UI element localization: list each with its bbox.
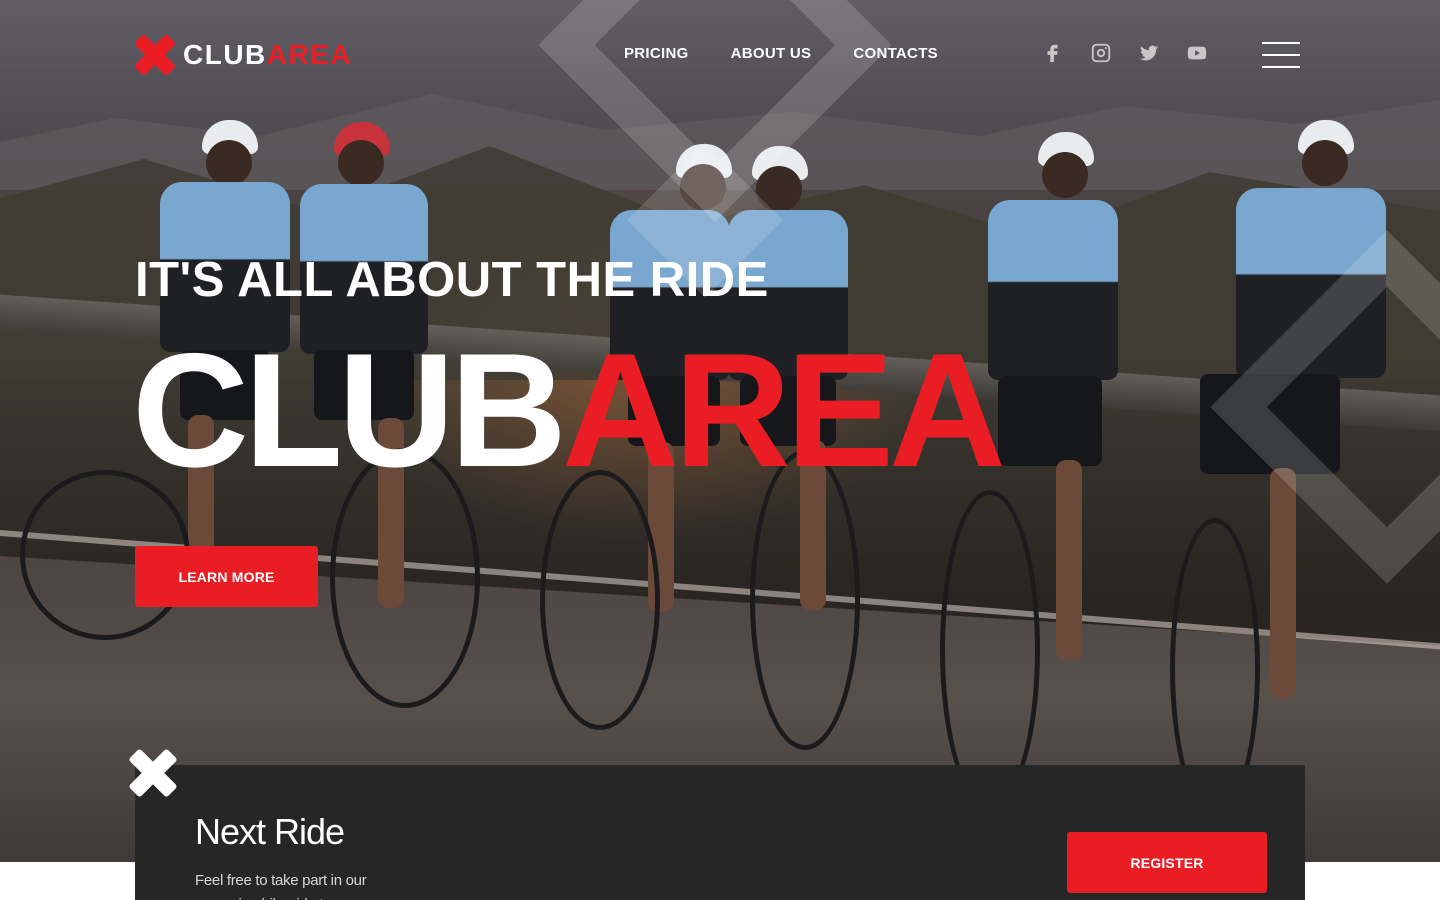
hero-title-red: AREA [561, 320, 1006, 501]
next-ride-description: Feel free to take part in our upcoming b… [195, 872, 367, 900]
youtube-icon[interactable] [1184, 40, 1210, 66]
next-ride-title: Next Ride [195, 811, 345, 852]
next-ride-card: Next Ride Feel free to take part in our … [135, 765, 1305, 900]
main-nav: PRICING ABOUT US CONTACTS [624, 45, 938, 62]
hero-title: CLUBAREA [132, 330, 1006, 492]
facebook-icon[interactable] [1040, 40, 1066, 66]
menu-hamburger-icon[interactable] [1262, 42, 1300, 68]
hero-title-white: CLUB [132, 320, 567, 501]
twitter-icon[interactable] [1136, 40, 1162, 66]
cyclist [940, 130, 1120, 810]
social-links [1040, 40, 1210, 66]
close-x-icon [130, 750, 176, 796]
instagram-icon[interactable] [1088, 40, 1114, 66]
nav-item-about-us[interactable]: ABOUT US [731, 45, 812, 62]
logo-x-icon [135, 35, 175, 75]
hero-tagline: IT'S ALL ABOUT THE RIDE [135, 253, 769, 307]
register-button[interactable]: REGISTER [1067, 832, 1267, 893]
nav-item-pricing[interactable]: PRICING [624, 45, 689, 62]
brand-logo[interactable]: CLUBAREA [135, 34, 352, 76]
learn-more-button[interactable]: LEARN MORE [135, 546, 318, 607]
nav-item-contacts[interactable]: CONTACTS [853, 45, 938, 62]
logo-text: CLUBAREA [183, 39, 353, 70]
